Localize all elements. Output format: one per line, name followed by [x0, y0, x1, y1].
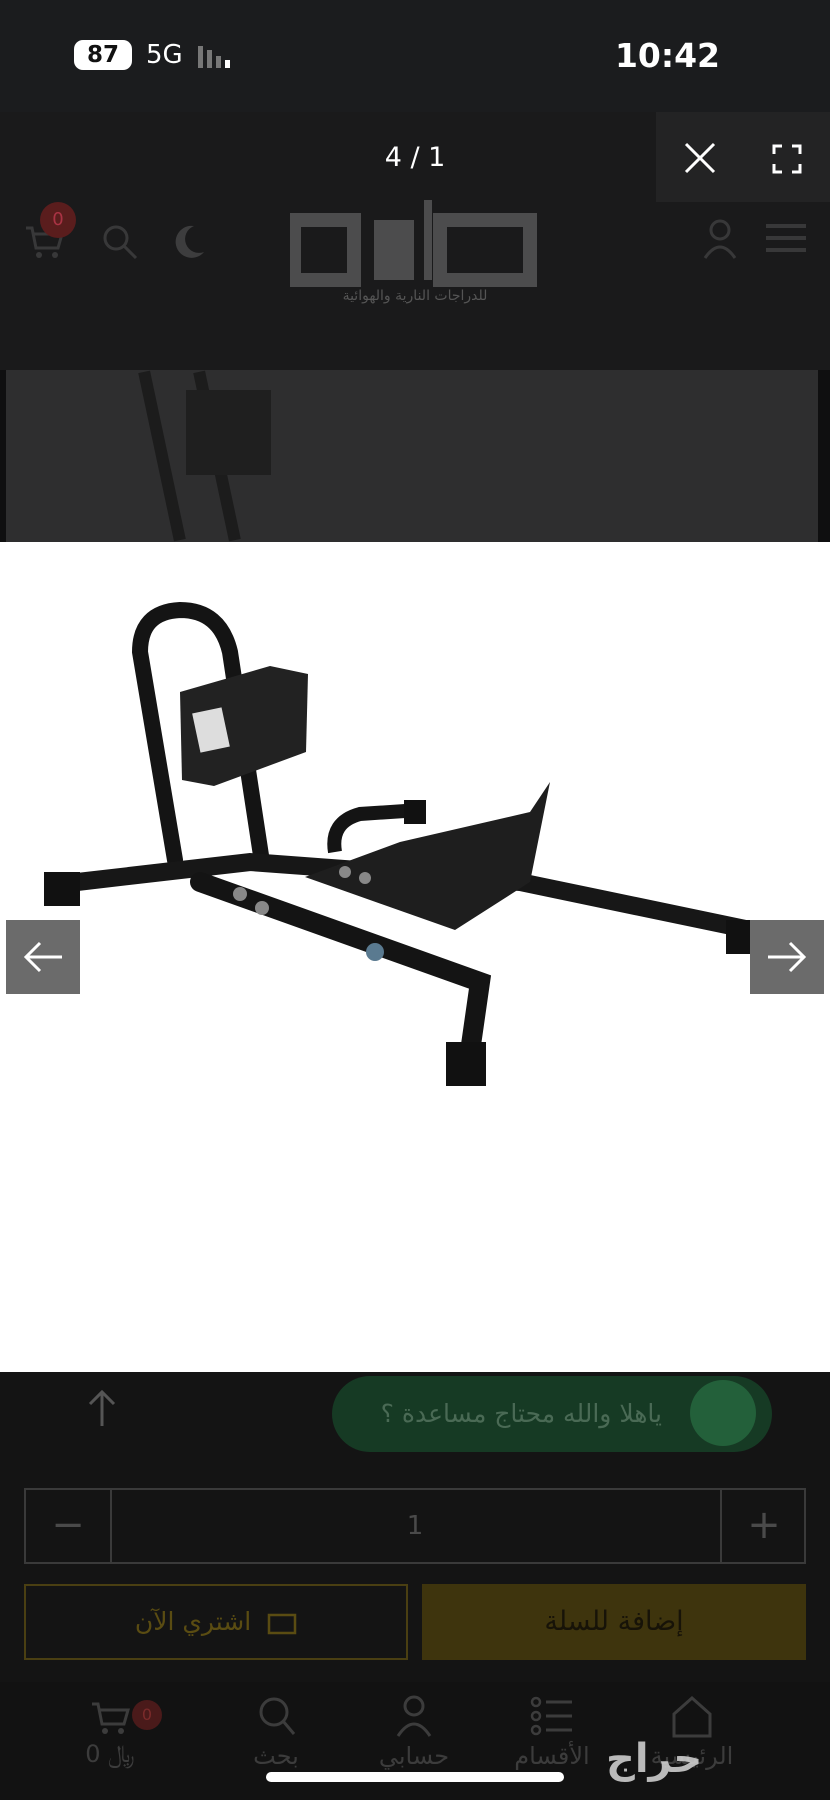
cart-total: 0 ﷼: [85, 1740, 135, 1768]
battery-indicator: 87: [74, 40, 132, 70]
logo-tagline: للدراجات النارية والهوائية: [342, 288, 488, 304]
arrow-right-icon: [768, 941, 807, 973]
haraj-watermark: حراج: [606, 1736, 703, 1782]
wheel-chock-stand-illustration: [44, 601, 762, 1086]
dark-mode-moon-icon[interactable]: [168, 222, 208, 262]
cart-count-badge: 0: [40, 202, 76, 238]
add-to-cart-button[interactable]: إضافة للسلة: [422, 1584, 806, 1660]
signal-icon: [198, 46, 230, 68]
account-icon: [396, 1695, 432, 1737]
increase-quantity-button[interactable]: +: [720, 1490, 806, 1562]
scroll-to-top-icon[interactable]: [84, 1388, 120, 1428]
fullscreen-icon[interactable]: [772, 144, 802, 174]
wallet-icon: [267, 1613, 297, 1635]
menu-icon[interactable]: [766, 222, 806, 254]
arrow-left-icon: [23, 941, 62, 973]
decrease-quantity-button[interactable]: −: [26, 1490, 112, 1562]
search-icon[interactable]: [100, 222, 140, 262]
tab-account-label: حسابي: [378, 1742, 450, 1770]
close-icon[interactable]: [682, 140, 718, 176]
nav-cart-badge: 0: [132, 1700, 162, 1730]
gallery-background-image: [6, 370, 818, 542]
previous-image-button[interactable]: [6, 920, 80, 994]
tab-categories-label: الأقسام: [514, 1742, 590, 1770]
network-label: 5G: [146, 40, 183, 70]
search-icon: [259, 1697, 296, 1735]
tab-search-label: بحث: [253, 1742, 299, 1770]
buy-now-label: اشتري الآن: [134, 1607, 252, 1636]
home-icon: [672, 1695, 712, 1738]
whatsapp-icon[interactable]: [690, 1380, 756, 1446]
buy-now-button[interactable]: اشتري الآن: [24, 1584, 408, 1660]
cart-icon: [92, 1702, 130, 1734]
product-image: [0, 542, 830, 1372]
tab-search[interactable]: بحث: [206, 1694, 346, 1770]
home-indicator: [266, 1772, 564, 1782]
next-image-button[interactable]: [750, 920, 824, 994]
tab-account[interactable]: حسابي: [344, 1694, 484, 1770]
account-icon[interactable]: [702, 218, 738, 260]
tab-categories[interactable]: الأقسام: [482, 1694, 622, 1770]
clock: 10:42: [614, 36, 720, 75]
quantity-input[interactable]: 1: [110, 1490, 720, 1562]
list-icon: [530, 1696, 572, 1736]
